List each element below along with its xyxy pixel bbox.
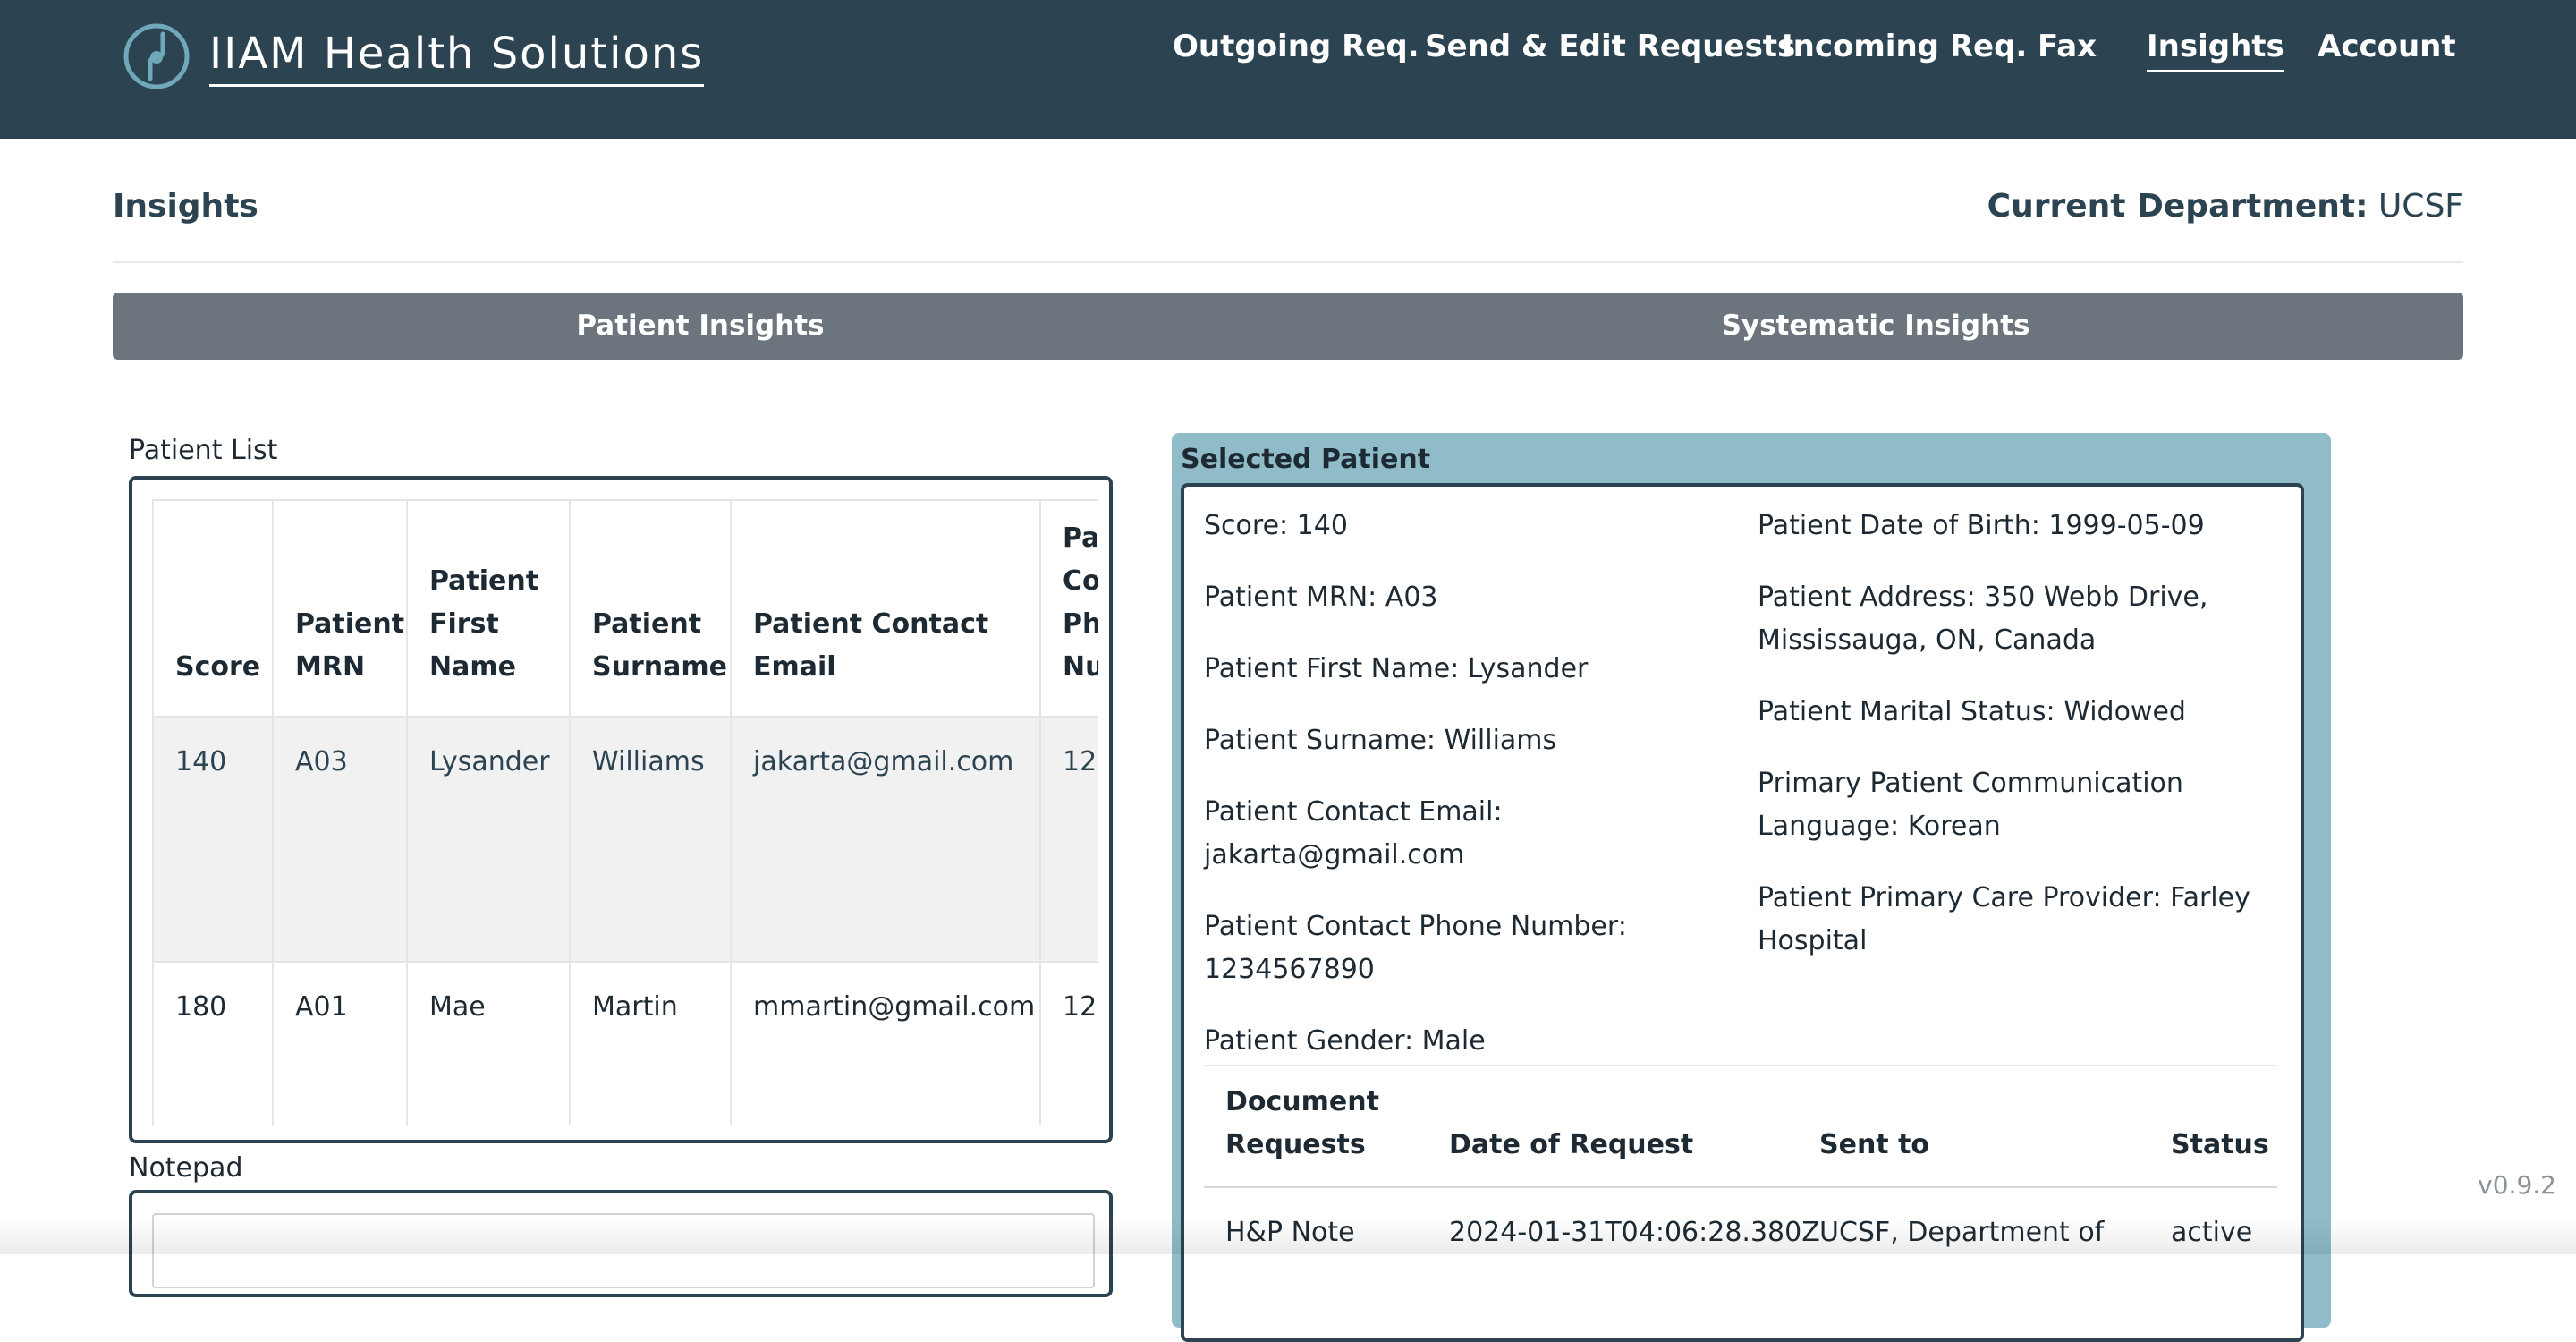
page-title: Insights <box>113 188 258 225</box>
doc-col-header-document-requests[interactable]: Document Requests <box>1225 1081 1386 1167</box>
cell-phone: 1234567890 <box>1039 716 1098 963</box>
doc-cell-sent-to: UCSF, Department of <box>1819 1217 2105 1248</box>
nav-outgoing-requests[interactable]: Outgoing Req. <box>1173 29 1419 70</box>
brand-name[interactable]: IIAM Health Solutions <box>209 27 705 87</box>
top-navbar: IIAM Health Solutions Outgoing Req. Send… <box>0 0 2576 139</box>
cell-score: 140 <box>152 716 274 963</box>
cell-email: mmartin@gmail.com <box>730 961 1041 1125</box>
col-header-score[interactable]: Score <box>152 499 274 718</box>
col-header-surname[interactable]: Patient Surname <box>569 499 732 718</box>
tab-systematic-insights[interactable]: Systematic Insights <box>1288 293 2463 360</box>
department-value: UCSF <box>2377 188 2463 225</box>
cell-mrn: A03 <box>272 716 408 963</box>
table-header-row: Score Patient MRN Patient First Name Pat… <box>152 499 1098 718</box>
field-mrn: Patient MRN: A03 <box>1204 582 1438 613</box>
patient-table: Score Patient MRN Patient First Name Pat… <box>152 499 1098 1125</box>
current-department: Current Department: UCSF <box>1987 188 2463 225</box>
nav-insights[interactable]: Insights <box>2147 29 2284 72</box>
nav-send-edit-requests[interactable]: Send & Edit Requests <box>1425 29 1795 70</box>
department-label: Current Department: <box>1987 188 2368 225</box>
doc-col-header-sent-to[interactable]: Sent to <box>1819 1124 1929 1167</box>
field-phone-label: Patient Contact Phone Number: <box>1204 911 1627 942</box>
app-version: v0.9.2 <box>2478 1170 2556 1200</box>
nav-account[interactable]: Account <box>2318 29 2456 70</box>
logo-icon[interactable] <box>122 21 191 91</box>
patient-list: Score Patient MRN Patient First Name Pat… <box>129 476 1113 1143</box>
field-address-line1: Patient Address: 350 Webb Drive, <box>1758 582 2208 613</box>
field-marital-status: Patient Marital Status: Widowed <box>1758 696 2186 727</box>
notepad-input[interactable] <box>152 1213 1095 1288</box>
col-header-first-name[interactable]: Patient First Name <box>406 499 571 718</box>
field-email-label: Patient Contact Email: <box>1204 796 1503 828</box>
field-phone-value: 1234567890 <box>1204 954 1375 985</box>
insights-tabs: Patient Insights Systematic Insights <box>113 293 2463 360</box>
cell-phone: 1234567890 <box>1039 961 1098 1125</box>
field-score: Score: 140 <box>1204 510 1348 541</box>
col-header-mrn[interactable]: Patient MRN <box>272 499 408 718</box>
selected-patient-title: Selected Patient <box>1181 444 1431 475</box>
field-language-line2: Language: Korean <box>1758 811 2001 842</box>
field-dob: Patient Date of Birth: 1999-05-09 <box>1758 510 2205 541</box>
nav-fax[interactable]: Fax <box>2038 29 2097 70</box>
doc-col-header-status[interactable]: Status <box>2171 1124 2269 1167</box>
cell-surname: Martin <box>569 961 732 1125</box>
doc-cell-document[interactable]: H&P Note <box>1225 1211 1355 1254</box>
field-email-value: jakarta@gmail.com <box>1204 839 1465 871</box>
field-first-name: Patient First Name: Lysander <box>1204 653 1589 684</box>
table-row[interactable]: 180 A01 Mae Martin mmartin@gmail.com 123… <box>152 961 1098 1125</box>
field-gender: Patient Gender: Male <box>1204 1025 1486 1057</box>
field-provider-line2: Hospital <box>1758 925 1868 956</box>
cell-first-name: Lysander <box>406 716 571 963</box>
tab-patient-insights[interactable]: Patient Insights <box>113 293 1288 360</box>
selected-patient-panel: Selected Patient Score: 140 Patient MRN:… <box>1172 433 2331 1342</box>
notepad-label: Notepad <box>129 1152 243 1184</box>
divider <box>1204 1186 2277 1188</box>
table-row[interactable]: 140 A03 Lysander Williams jakarta@gmail.… <box>152 716 1098 963</box>
cell-score: 180 <box>152 961 274 1125</box>
doc-cell-status: active <box>2171 1217 2253 1248</box>
doc-cell-date: 2024-01-31T04:06:28.380Z <box>1449 1217 1820 1248</box>
doc-col-header-date[interactable]: Date of Request <box>1449 1124 1693 1167</box>
field-language-line1: Primary Patient Communication <box>1758 768 2183 799</box>
col-header-email[interactable]: Patient Contact Email <box>730 499 1041 718</box>
field-surname: Patient Surname: Williams <box>1204 725 1557 756</box>
cell-first-name: Mae <box>406 961 571 1125</box>
cell-surname: Williams <box>569 716 732 963</box>
selected-patient-details: Score: 140 Patient MRN: A03 Patient Firs… <box>1181 483 2304 1342</box>
field-provider-line1: Patient Primary Care Provider: Farley <box>1758 882 2250 913</box>
patient-table-scroll[interactable]: Score Patient MRN Patient First Name Pat… <box>152 499 1098 1125</box>
notepad <box>129 1190 1113 1297</box>
divider <box>113 261 2463 263</box>
nav-incoming-requests[interactable]: Incoming Req. <box>1782 29 2027 70</box>
col-header-phone[interactable]: Patient Contact Phone Number <box>1039 499 1098 718</box>
patient-list-label: Patient List <box>129 435 278 466</box>
cell-mrn: A01 <box>272 961 408 1125</box>
cell-email: jakarta@gmail.com <box>730 716 1041 963</box>
divider <box>1204 1065 2277 1066</box>
field-address-line2: Mississauga, ON, Canada <box>1758 624 2097 656</box>
